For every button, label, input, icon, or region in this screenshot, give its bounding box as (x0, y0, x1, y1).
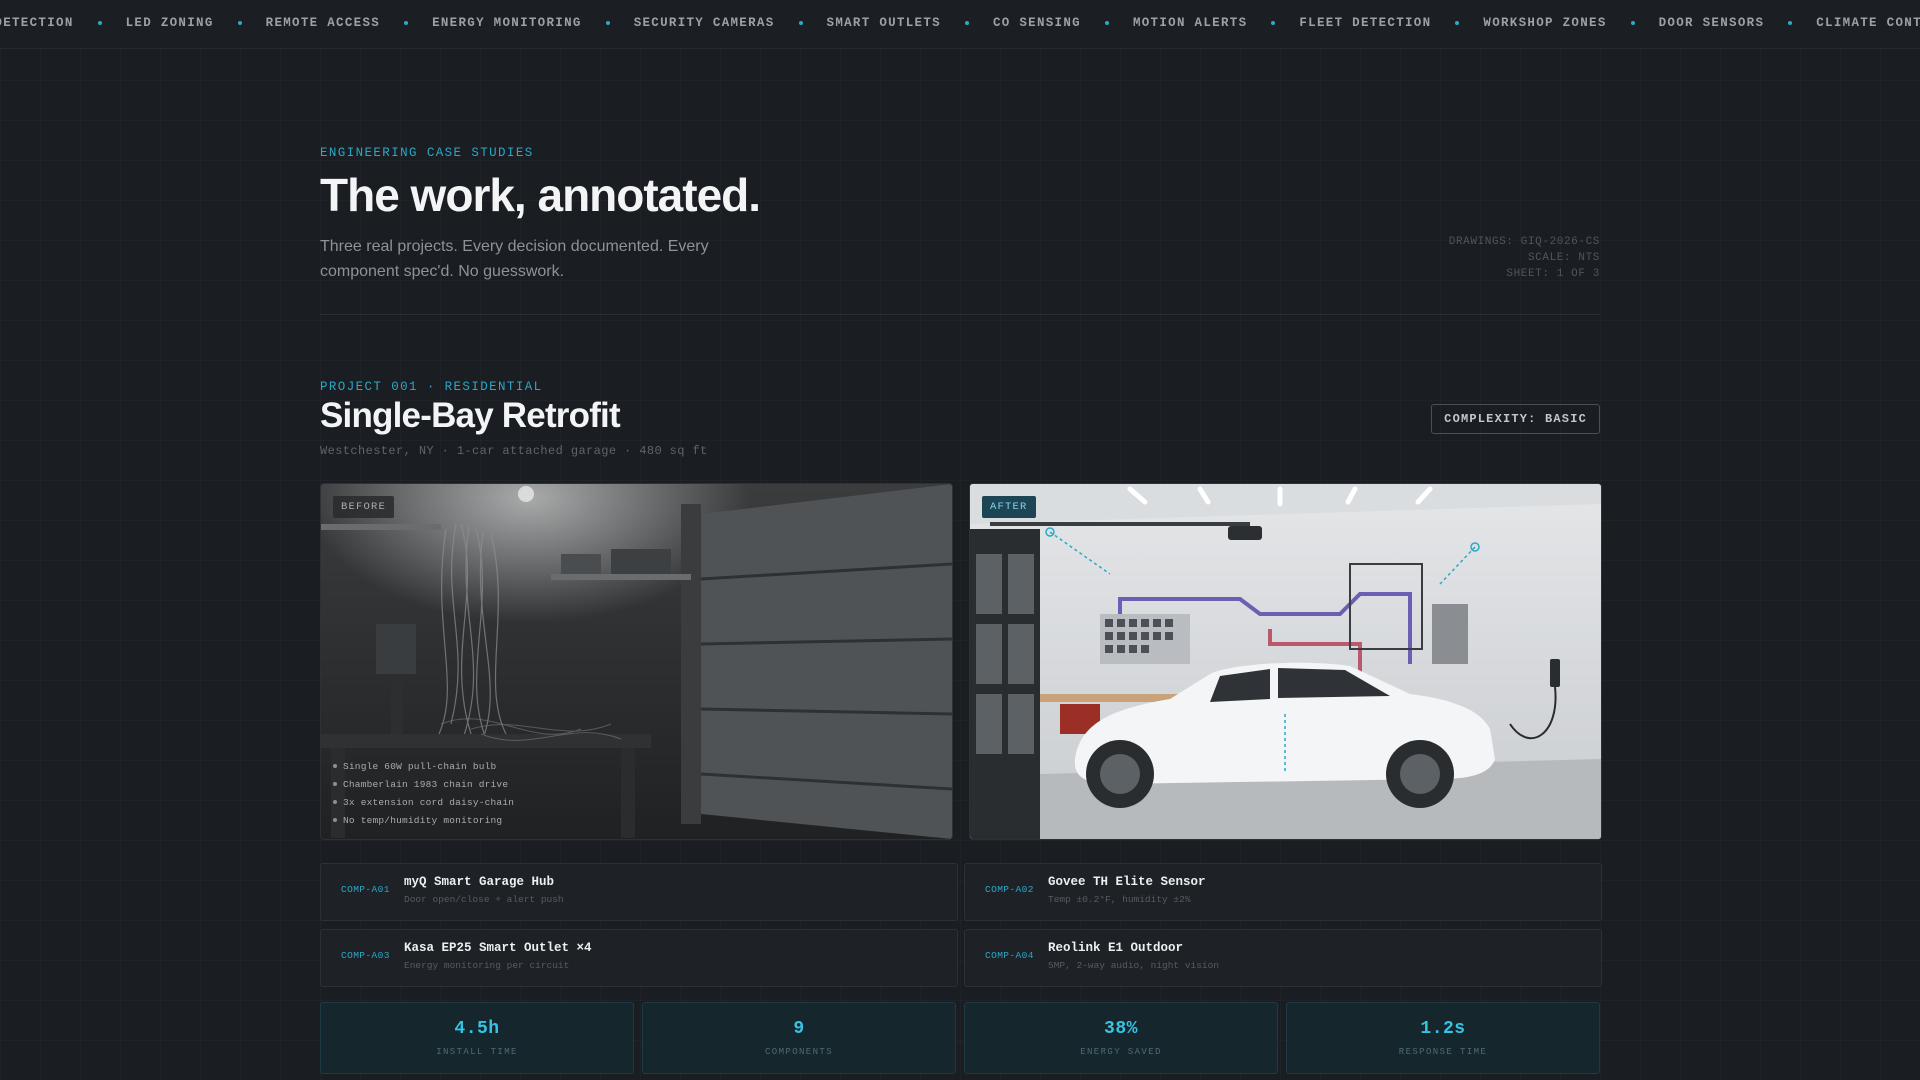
ticker-separator (237, 21, 242, 25)
ticker-separator (404, 21, 409, 25)
component-desc: Energy monitoring per circuit (404, 960, 570, 971)
before-note: Chamberlain 1983 chain drive (333, 776, 514, 794)
drawing-number: DRAWINGS: GIQ-2026-CS (1448, 236, 1600, 248)
component-desc: 5MP, 2-way audio, night vision (1048, 960, 1220, 971)
section-eyebrow: ENGINEERING CASE STUDIES (320, 146, 534, 160)
before-note: No temp/humidity monitoring (333, 812, 514, 830)
ticker-separator (798, 21, 803, 25)
ticker-item: WORKSHOP ZONES (1483, 16, 1607, 30)
stat-install-time: 4.5h INSTALL TIME (320, 1002, 634, 1074)
ticker-item: REMOTE ACCESS (265, 16, 381, 30)
ticker-item: LED ZONING (125, 16, 214, 30)
project-label: PROJECT 001 · RESIDENTIAL (320, 380, 543, 394)
stat-components: 9 COMPONENTS (642, 1002, 956, 1074)
stat-value: 1.2s (1420, 1019, 1466, 1039)
stat-label: COMPONENTS (764, 1047, 833, 1057)
ticker-item: SECURITY CAMERAS (633, 16, 775, 30)
component-card[interactable]: COMP-A03 Kasa EP25 Smart Outlet ×4 Energ… (320, 929, 958, 987)
component-name: Govee TH Elite Sensor (1048, 875, 1206, 889)
project-meta: Westchester, NY · 1-car attached garage … (320, 444, 708, 458)
before-notes-list: Single 60W pull-chain bulb Chamberlain 1… (333, 758, 514, 830)
after-tag: AFTER (982, 496, 1036, 518)
before-note: Single 60W pull-chain bulb (333, 758, 514, 776)
ticker-separator (1271, 21, 1276, 25)
component-id: COMP-A04 (985, 950, 1034, 961)
stat-value: 38% (1104, 1019, 1138, 1039)
drawing-meta: DRAWINGS: GIQ-2026-CS SCALE: NTS SHEET: … (1449, 234, 1600, 282)
component-card[interactable]: COMP-A04 Reolink E1 Outdoor 5MP, 2-way a… (964, 929, 1602, 987)
ticker-separator (1455, 21, 1460, 25)
after-image[interactable]: AFTER (969, 483, 1602, 840)
ticker-separator (1788, 21, 1793, 25)
page-title: The work, annotated. (320, 169, 761, 221)
after-garage-illustration (970, 484, 1601, 839)
component-card[interactable]: COMP-A01 myQ Smart Garage Hub Door open/… (320, 863, 958, 921)
component-desc: Door open/close + alert push (404, 894, 564, 905)
before-note: 3x extension cord daisy-chain (333, 794, 514, 812)
complexity-badge: COMPLEXITY: BASIC (1431, 404, 1600, 434)
stat-response-time: 1.2s RESPONSE TIME (1286, 1002, 1600, 1074)
stat-energy-saved: 38% ENERGY SAVED (964, 1002, 1278, 1074)
stat-value: 9 (793, 1019, 805, 1039)
ticker-separator (964, 21, 969, 25)
ticker-item: DOOR SENSORS (1658, 16, 1765, 30)
ticker-item: SMART OUTLETS (826, 16, 941, 30)
stat-label: ENERGY SAVED (1080, 1047, 1162, 1057)
section-divider (320, 314, 1600, 315)
component-desc: Temp ±0.2°F, humidity ±2% (1048, 894, 1191, 905)
before-tag: BEFORE (333, 496, 395, 518)
ticker-item: LE DETECTION (0, 16, 74, 30)
component-name: myQ Smart Garage Hub (404, 875, 555, 889)
component-id: COMP-A03 (341, 950, 390, 961)
ticker-separator (97, 21, 102, 25)
stat-label: RESPONSE TIME (1398, 1047, 1488, 1057)
component-card[interactable]: COMP-A02 Govee TH Elite Sensor Temp ±0.2… (964, 863, 1602, 921)
project-title: Single-Bay Retrofit (320, 396, 621, 435)
page-subtitle: Three real projects. Every decision docu… (320, 238, 709, 280)
ticker-separator (1104, 21, 1109, 25)
stat-value: 4.5h (454, 1019, 500, 1039)
ticker-item: ENERGY MONITORING (432, 16, 582, 30)
component-id: COMP-A02 (985, 884, 1034, 895)
ticker-item: MOTION ALERTS (1132, 16, 1248, 30)
before-image[interactable]: BEFORE Single 60W pull-chain bulb Chambe… (320, 483, 953, 840)
ticker-item: CO SENSING (992, 16, 1081, 30)
ticker-track: LE DETECTION LED ZONING REMOTE ACCESS EN… (0, 16, 1920, 30)
component-name: Reolink E1 Outdoor (1048, 941, 1184, 955)
component-id: COMP-A01 (341, 884, 390, 895)
ticker-item: FLEET DETECTION (1299, 16, 1432, 30)
component-name: Kasa EP25 Smart Outlet ×4 (404, 941, 592, 955)
ticker-separator (605, 21, 610, 25)
stat-label: INSTALL TIME (436, 1047, 518, 1057)
ticker-separator (1630, 21, 1635, 25)
drawing-sheet: SHEET: 1 OF 3 (1506, 268, 1600, 280)
drawing-scale: SCALE: NTS (1527, 252, 1600, 264)
feature-ticker: LE DETECTION LED ZONING REMOTE ACCESS EN… (0, 0, 1920, 49)
ticker-item: CLIMATE CONTROL (1816, 16, 1920, 30)
